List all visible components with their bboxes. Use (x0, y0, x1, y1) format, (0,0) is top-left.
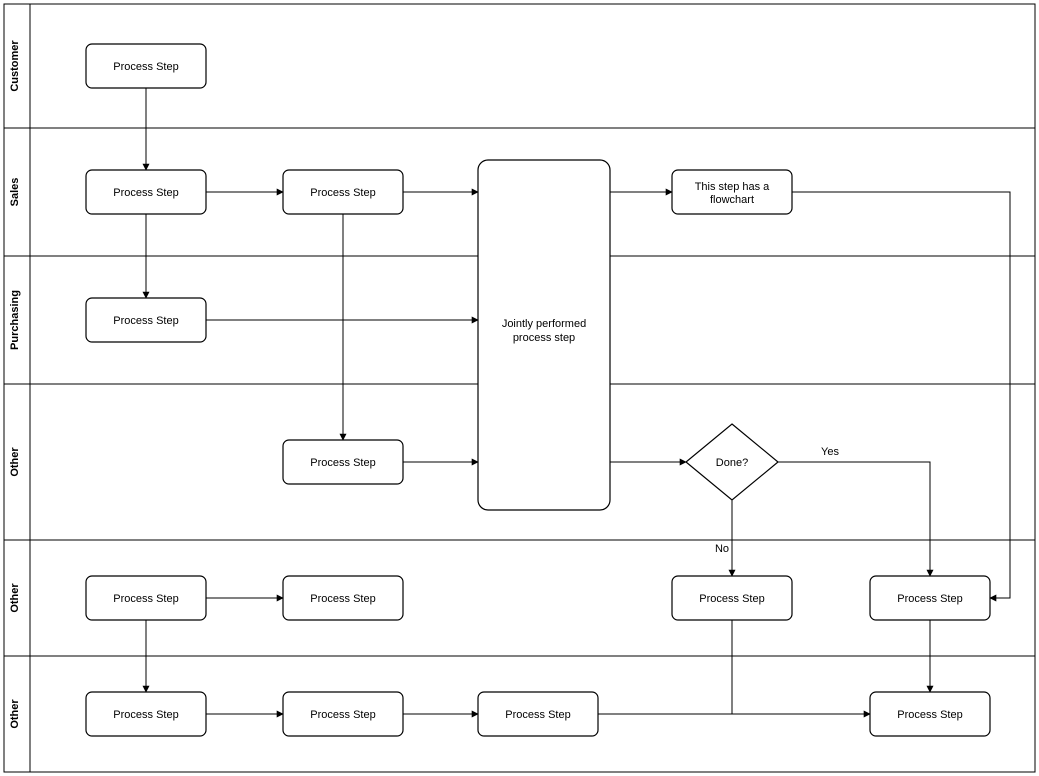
node-other3-step-4-label: Process Step (897, 709, 962, 721)
lane-label-other-1: Other (9, 447, 21, 477)
swimlane-diagram: Customer Sales Purchasing Other Other Ot… (0, 0, 1039, 776)
lane-label-other-3: Other (9, 699, 21, 729)
node-flowchart-step-label1: This step has a (695, 181, 770, 193)
node-other2-step-3-label: Process Step (699, 593, 764, 605)
node-other2-step-2-label: Process Step (310, 593, 375, 605)
lane-label-sales: Sales (9, 178, 21, 207)
node-customer-step-label: Process Step (113, 61, 178, 73)
node-other3-step-3-label: Process Step (505, 709, 570, 721)
node-joint-step-label1: Jointly performed (502, 318, 586, 330)
node-sales-step-2-label: Process Step (310, 187, 375, 199)
edge-n5-n12 (792, 192, 1010, 598)
node-sales-step-1-label: Process Step (113, 187, 178, 199)
node-purchasing-step-label: Process Step (113, 315, 178, 327)
node-other1-step-label: Process Step (310, 457, 375, 469)
node-decision-label: Done? (716, 457, 748, 469)
node-other2-step-4-label: Process Step (897, 593, 962, 605)
edge-label-yes: Yes (821, 446, 839, 458)
edge-label-no: No (715, 543, 729, 555)
node-flowchart-step-label2: flowchart (710, 194, 754, 206)
lane-label-customer: Customer (9, 40, 21, 92)
node-other3-step-2-label: Process Step (310, 709, 375, 721)
node-other2-step-1-label: Process Step (113, 593, 178, 605)
edge-n8-yes-n12 (778, 462, 930, 576)
lane-label-other-2: Other (9, 583, 21, 613)
lane-label-purchasing: Purchasing (9, 290, 21, 350)
node-other3-step-1-label: Process Step (113, 709, 178, 721)
node-joint-step-label2: process step (513, 332, 575, 344)
